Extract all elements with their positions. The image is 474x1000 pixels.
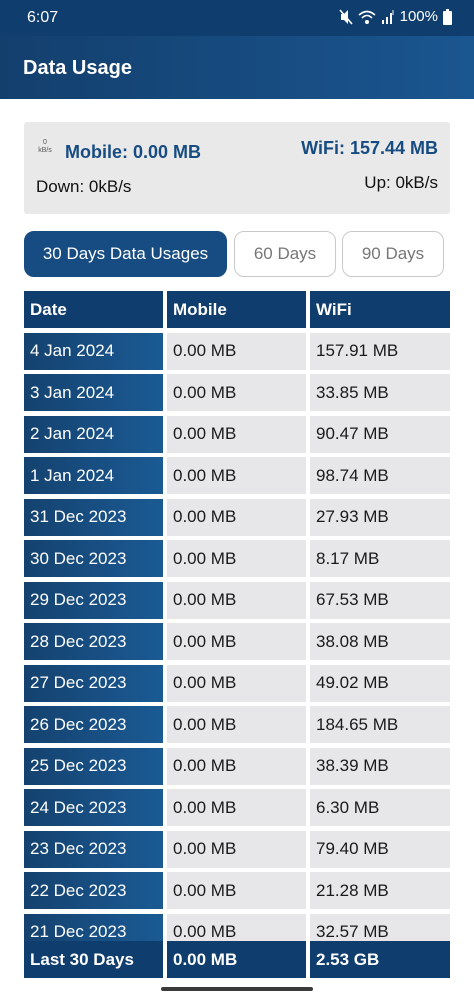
wifi-cell: 27.93 MB <box>310 498 450 536</box>
date-cell: 25 Dec 2023 <box>24 747 163 785</box>
table-row: 3 Jan 2024 0.00 MB 33.85 MB <box>24 374 450 416</box>
mobile-cell: 0.00 MB <box>167 623 306 660</box>
tab-90-days[interactable]: 90 Days <box>342 231 444 277</box>
battery-icon <box>443 8 452 25</box>
wifi-cell: 98.74 MB <box>310 457 450 494</box>
wifi-cell: 67.53 MB <box>310 581 450 619</box>
speed-indicator-value: 0 <box>43 139 47 146</box>
date-cell: 4 Jan 2024 <box>24 332 163 370</box>
table-row: 30 Dec 2023 0.00 MB 8.17 MB <box>24 540 450 582</box>
table-header-row: Date Mobile WiFi <box>24 291 450 333</box>
signal-icon <box>381 9 395 25</box>
mobile-cell: 0.00 MB <box>167 747 306 785</box>
header-wifi: WiFi <box>310 291 450 328</box>
speed-indicator-unit: kB/s <box>38 147 52 154</box>
header-date: Date <box>24 291 163 328</box>
date-cell: 31 Dec 2023 <box>24 498 163 536</box>
wifi-cell: 21.28 MB <box>310 872 450 909</box>
mobile-cell: 0.00 MB <box>167 457 306 494</box>
wifi-usage-total: WiFi: 157.44 MB <box>301 138 438 158</box>
table-body: 4 Jan 2024 0.00 MB 157.91 MB 3 Jan 2024 0.00… <box>24 332 450 942</box>
wifi-cell: 33.85 MB <box>310 374 450 411</box>
mobile-cell: 0.00 MB <box>167 415 306 453</box>
usage-table[interactable]: Date Mobile WiFi 4 Jan 2024 0.00 MB 157.91… <box>24 291 450 942</box>
wifi-cell: 6.30 MB <box>310 789 450 826</box>
download-speed: Down: 0kB/s <box>36 177 132 196</box>
gesture-nav-area <box>0 978 474 1000</box>
mobile-cell: 0.00 MB <box>167 830 306 868</box>
footer-mobile-total: 0.00 MB <box>167 941 306 978</box>
wifi-icon <box>358 9 376 25</box>
table-row: 31 Dec 2023 0.00 MB 27.93 MB <box>24 498 450 541</box>
table-row: 23 Dec 2023 0.00 MB 79.40 MB <box>24 830 450 873</box>
date-cell: 3 Jan 2024 <box>24 374 163 411</box>
table-row: 27 Dec 2023 0.00 MB 49.02 MB <box>24 664 450 707</box>
mute-icon <box>339 8 353 25</box>
date-cell: 21 Dec 2023 <box>24 913 163 942</box>
table-row: 1 Jan 2024 0.00 MB 98.74 MB <box>24 457 450 499</box>
header-mobile: Mobile <box>167 291 306 328</box>
status-icons: 100% <box>339 8 452 25</box>
wifi-cell: 8.17 MB <box>310 540 450 577</box>
wifi-cell: 184.65 MB <box>310 706 450 743</box>
speed-indicator: 0 kB/s <box>35 139 55 155</box>
status-time: 6:07 <box>27 9 59 26</box>
table-row: 24 Dec 2023 0.00 MB 6.30 MB <box>24 789 450 831</box>
wifi-cell: 157.91 MB <box>310 332 450 370</box>
tab-60-days[interactable]: 60 Days <box>234 231 336 277</box>
home-indicator[interactable] <box>161 987 313 991</box>
mobile-cell: 0.00 MB <box>167 664 306 702</box>
tab-30-days[interactable]: 30 Days Data Usages <box>24 231 227 277</box>
table-row: 26 Dec 2023 0.00 MB 184.65 MB <box>24 706 450 748</box>
mobile-cell: 0.00 MB <box>167 789 306 826</box>
date-cell: 26 Dec 2023 <box>24 706 163 743</box>
wifi-cell: 38.39 MB <box>310 747 450 785</box>
table-row: 21 Dec 2023 0.00 MB 32.57 MB <box>24 913 450 942</box>
wifi-cell: 32.57 MB <box>310 913 450 942</box>
wifi-cell: 38.08 MB <box>310 623 450 660</box>
mobile-cell: 0.00 MB <box>167 706 306 743</box>
table-row: 2 Jan 2024 0.00 MB 90.47 MB <box>24 415 450 458</box>
mobile-cell: 0.00 MB <box>167 374 306 411</box>
table-row: 29 Dec 2023 0.00 MB 67.53 MB <box>24 581 450 624</box>
status-bar: 6:07 100% <box>0 0 474 36</box>
table-row: 25 Dec 2023 0.00 MB 38.39 MB <box>24 747 450 790</box>
mobile-cell: 0.00 MB <box>167 872 306 909</box>
date-cell: 27 Dec 2023 <box>24 664 163 702</box>
mobile-cell: 0.00 MB <box>167 540 306 577</box>
date-cell: 28 Dec 2023 <box>24 623 163 660</box>
app-bar: Data Usage <box>0 36 474 99</box>
page-title: Data Usage <box>23 57 132 79</box>
summary-card: 0 kB/s Mobile: 0.00 MB WiFi: 157.44 MB D… <box>24 122 450 214</box>
date-cell: 29 Dec 2023 <box>24 581 163 619</box>
date-cell: 30 Dec 2023 <box>24 540 163 577</box>
wifi-cell: 90.47 MB <box>310 415 450 453</box>
mobile-cell: 0.00 MB <box>167 498 306 536</box>
mobile-usage-total: Mobile: 0.00 MB <box>65 142 202 162</box>
date-cell: 2 Jan 2024 <box>24 415 163 453</box>
date-cell: 23 Dec 2023 <box>24 830 163 868</box>
table-row: 28 Dec 2023 0.00 MB 38.08 MB <box>24 623 450 665</box>
upload-speed: Up: 0kB/s <box>364 173 438 192</box>
date-cell: 22 Dec 2023 <box>24 872 163 909</box>
table-row: 4 Jan 2024 0.00 MB 157.91 MB <box>24 332 450 375</box>
mobile-cell: 0.00 MB <box>167 913 306 942</box>
footer-wifi-total: 2.53 GB <box>310 941 450 978</box>
wifi-cell: 49.02 MB <box>310 664 450 702</box>
table-row: 22 Dec 2023 0.00 MB 21.28 MB <box>24 872 450 914</box>
wifi-cell: 79.40 MB <box>310 830 450 868</box>
mobile-cell: 0.00 MB <box>167 332 306 370</box>
mobile-cell: 0.00 MB <box>167 581 306 619</box>
date-cell: 1 Jan 2024 <box>24 457 163 494</box>
battery-percent: 100% <box>399 8 438 25</box>
date-cell: 24 Dec 2023 <box>24 789 163 826</box>
footer-label: Last 30 Days <box>24 941 163 978</box>
table-footer-row: Last 30 Days 0.00 MB 2.53 GB <box>24 941 450 978</box>
